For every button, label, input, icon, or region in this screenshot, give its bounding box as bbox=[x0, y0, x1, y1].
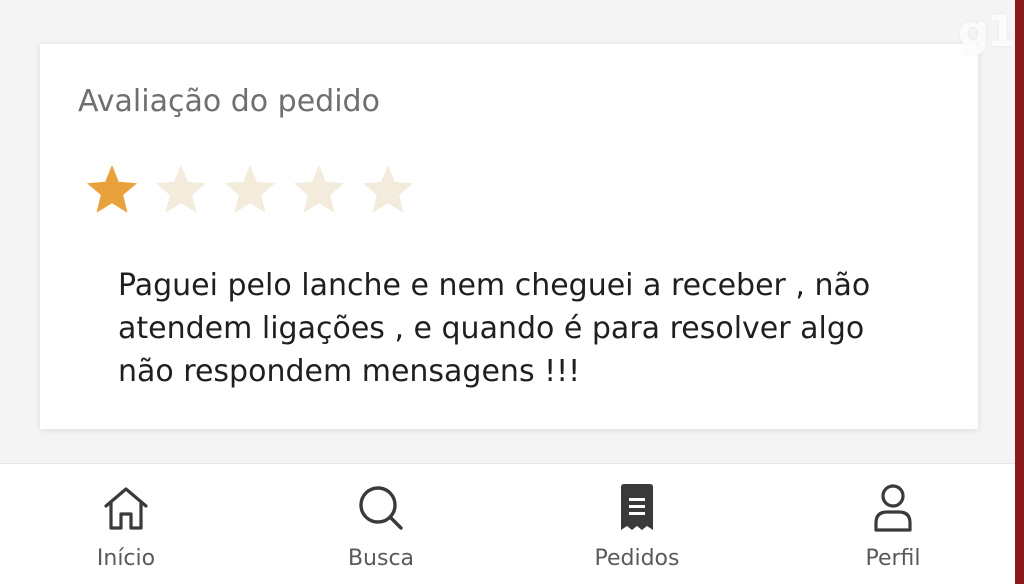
order-review-card: Avaliação do pedido Paguei pelo lanche e… bbox=[40, 44, 978, 429]
star-2-icon[interactable] bbox=[153, 162, 209, 218]
star-1-icon[interactable] bbox=[84, 162, 140, 218]
tab-busca[interactable]: Busca bbox=[301, 464, 461, 584]
review-comment-line: não respondem mensagens !!! bbox=[118, 354, 581, 389]
star-4-icon[interactable] bbox=[291, 162, 347, 218]
bottom-tab-bar: Início Busca Pedidos Perfil bbox=[0, 463, 1015, 584]
tab-perfil-label: Perfil bbox=[865, 546, 921, 571]
review-title: Avaliação do pedido bbox=[78, 84, 380, 119]
g1-watermark: g1 bbox=[958, 6, 1015, 57]
star-3-icon[interactable] bbox=[222, 162, 278, 218]
tab-inicio[interactable]: Início bbox=[46, 464, 206, 584]
screen-edge bbox=[1015, 0, 1024, 584]
home-icon bbox=[98, 480, 154, 536]
star-5-icon[interactable] bbox=[360, 162, 416, 218]
star-rating[interactable] bbox=[84, 162, 429, 218]
app-screen: Avaliação do pedido Paguei pelo lanche e… bbox=[0, 0, 1015, 584]
receipt-icon bbox=[609, 480, 665, 536]
tab-perfil[interactable]: Perfil bbox=[813, 464, 973, 584]
review-comment: Paguei pelo lanche e nem cheguei a receb… bbox=[118, 264, 948, 393]
tab-pedidos[interactable]: Pedidos bbox=[557, 464, 717, 584]
tab-inicio-label: Início bbox=[96, 546, 156, 571]
review-comment-line: Paguei pelo lanche e nem cheguei a receb… bbox=[118, 268, 871, 303]
search-icon bbox=[353, 480, 409, 536]
review-comment-line: atendem ligações , e quando é para resol… bbox=[118, 311, 865, 346]
tab-busca-label: Busca bbox=[347, 546, 415, 571]
user-icon bbox=[865, 480, 921, 536]
tab-pedidos-label: Pedidos bbox=[594, 546, 680, 571]
